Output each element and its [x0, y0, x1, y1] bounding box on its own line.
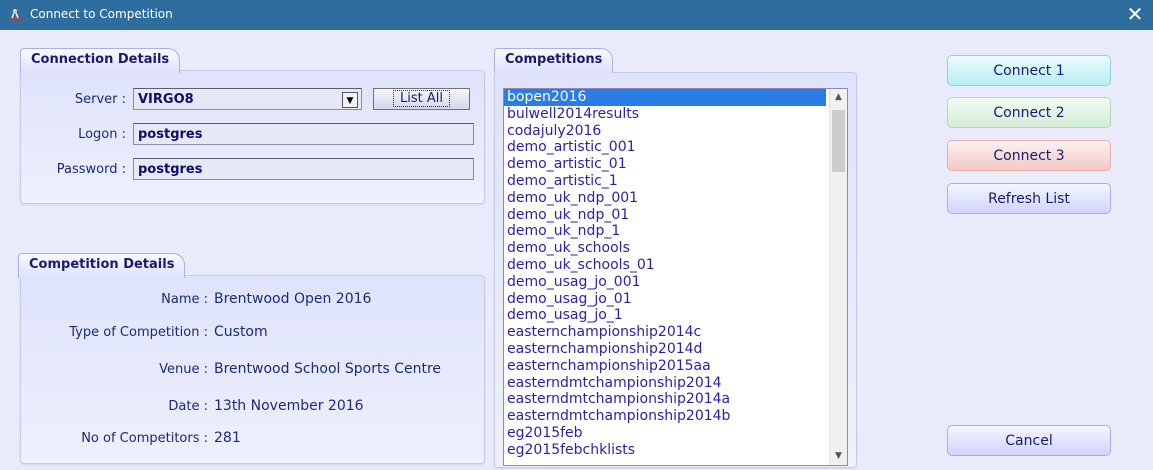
chevron-down-icon[interactable]: ▼: [342, 92, 358, 108]
list-item[interactable]: codajuly2016: [504, 123, 847, 140]
scrollbar-thumb[interactable]: [832, 110, 845, 172]
title-bar: Connect to Competition ✕: [0, 0, 1153, 30]
logon-field[interactable]: postgres: [133, 123, 474, 145]
list-all-label: List All: [393, 90, 450, 107]
tab-competitions: Competitions: [494, 48, 614, 73]
close-icon[interactable]: ✕: [1125, 3, 1145, 25]
connect-2-button[interactable]: Connect 2: [947, 97, 1111, 128]
password-value: postgres: [138, 162, 203, 177]
list-item[interactable]: demo_uk_ndp_1: [504, 223, 847, 240]
list-all-button[interactable]: List All: [373, 88, 470, 110]
scroll-down-icon[interactable]: ▼: [830, 448, 847, 465]
list-item[interactable]: eg2015feb: [504, 425, 847, 442]
competitions-listbox[interactable]: bopen2016 bulwell2014results codajuly2016 d…: [503, 88, 848, 466]
list-item[interactable]: demo_usag_jo_01: [504, 291, 847, 308]
list-item[interactable]: demo_artistic_01: [504, 156, 847, 173]
password-label: Password :: [56, 162, 126, 177]
gymnast-icon: [8, 9, 22, 20]
list-item[interactable]: easterndmtchampionship2014: [504, 375, 847, 392]
list-item[interactable]: easterndmtchampionship2014b: [504, 408, 847, 425]
connect-1-button[interactable]: Connect 1: [947, 55, 1111, 86]
list-item[interactable]: easternchampionship2015aa: [504, 358, 847, 375]
tab-connection-details: Connection Details: [20, 48, 181, 73]
list-item[interactable]: bulwell2014results: [504, 106, 847, 123]
list-item[interactable]: easterndmtchampionship2014a: [504, 391, 847, 408]
connect-3-button[interactable]: Connect 3: [947, 140, 1111, 171]
list-item[interactable]: demo_uk_ndp_001: [504, 190, 847, 207]
server-label: Server :: [74, 92, 126, 107]
competitor-count-value: 281: [214, 430, 241, 446]
venue-value: Brentwood School Sports Centre: [214, 361, 442, 377]
list-item[interactable]: demo_uk_schools_01: [504, 257, 847, 274]
window-title: Connect to Competition: [30, 7, 173, 21]
list-item[interactable]: bopen2016: [504, 89, 826, 106]
server-select[interactable]: VIRGO8: [133, 88, 362, 110]
date-value: 13th November 2016: [214, 398, 364, 414]
server-value: VIRGO8: [138, 92, 194, 107]
type-value: Custom: [214, 324, 268, 340]
logon-label: Logon :: [78, 127, 126, 142]
competitor-count-label: No of Competitors :: [81, 431, 208, 446]
date-label: Date :: [168, 399, 208, 414]
list-item[interactable]: demo_artistic_1: [504, 173, 847, 190]
list-item[interactable]: demo_uk_ndp_01: [504, 207, 847, 224]
vertical-scrollbar[interactable]: ▲ ▼: [829, 89, 847, 465]
name-label: Name :: [161, 292, 208, 307]
list-item[interactable]: eg2015febchklists: [504, 442, 847, 459]
password-field[interactable]: postgres: [133, 158, 474, 180]
list-item[interactable]: demo_usag_jo_001: [504, 274, 847, 291]
type-label: Type of Competition :: [69, 325, 208, 340]
competitions-list: bopen2016 bulwell2014results codajuly2016 d…: [504, 89, 847, 459]
logon-value: postgres: [138, 127, 203, 142]
list-item[interactable]: demo_artistic_001: [504, 139, 847, 156]
scroll-up-icon[interactable]: ▲: [830, 89, 847, 106]
list-item[interactable]: easternchampionship2014c: [504, 324, 847, 341]
refresh-list-button[interactable]: Refresh List: [947, 183, 1111, 214]
venue-label: Venue :: [159, 362, 208, 377]
list-item[interactable]: demo_usag_jo_1: [504, 307, 847, 324]
list-item[interactable]: demo_uk_schools: [504, 240, 847, 257]
list-item[interactable]: easternchampionship2014d: [504, 341, 847, 358]
name-value: Brentwood Open 2016: [214, 291, 372, 307]
cancel-button[interactable]: Cancel: [947, 425, 1111, 456]
tab-competition-details: Competition Details: [18, 253, 186, 278]
